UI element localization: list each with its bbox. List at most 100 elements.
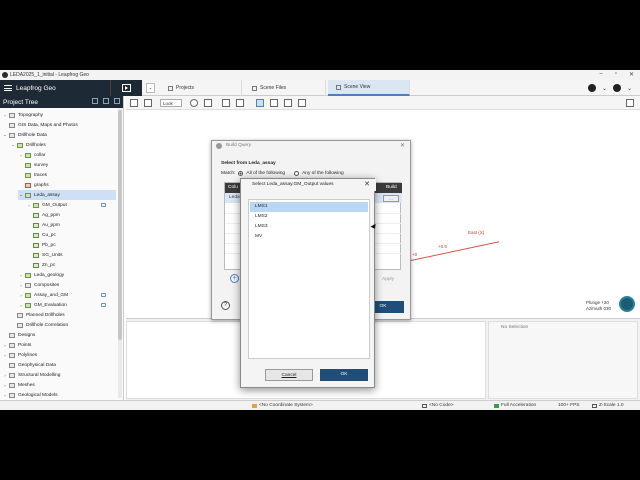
acceleration-status: Full Acceleration: [494, 403, 536, 408]
tree-item[interactable]: GIS Data, Maps and Photos: [2, 120, 116, 130]
select-pointer-icon[interactable]: [256, 99, 264, 107]
look-dropdown[interactable]: Look: [160, 99, 182, 107]
scrollbar-thumb[interactable]: [118, 110, 122, 340]
close-icon[interactable]: ✕: [400, 142, 405, 149]
minimize-icon[interactable]: –: [599, 71, 602, 78]
tree-item[interactable]: › Polylines: [2, 350, 116, 360]
tree-item[interactable]: › Meshes: [2, 380, 116, 390]
chevron-down-icon[interactable]: ⌄: [602, 85, 607, 92]
chevron-right-icon[interactable]: ›: [2, 113, 8, 118]
project-tree-scrollbar[interactable]: [118, 108, 122, 398]
match-all-radio[interactable]: [238, 171, 244, 176]
add-row-icon[interactable]: +: [230, 274, 239, 283]
tree-item[interactable]: Planned Drillholes: [10, 310, 116, 320]
chevron-down-icon[interactable]: ⌄: [18, 192, 24, 198]
camera-icon[interactable]: [626, 99, 634, 107]
tree-item[interactable]: ⌄ Drillhole Data: [2, 130, 116, 140]
tree-item[interactable]: Ag_ppm: [26, 210, 106, 220]
chevron-right-icon[interactable]: ›: [18, 283, 24, 288]
close-icon[interactable]: ✕: [364, 180, 370, 188]
ok-button[interactable]: OK: [320, 369, 368, 381]
scene-files-icon: [252, 85, 257, 91]
cancel-button[interactable]: Cancel: [265, 369, 313, 381]
chevron-right-icon[interactable]: ›: [18, 273, 24, 278]
value-item-selected[interactable]: LMS1: [250, 202, 368, 212]
close-icon[interactable]: ✕: [629, 71, 634, 78]
z-scale-status[interactable]: Z-Scale 1.0: [592, 403, 624, 408]
chevron-right-icon[interactable]: ›: [2, 383, 8, 388]
tab-dropdown[interactable]: ⌄: [146, 83, 155, 93]
match-label: Match:: [221, 171, 236, 176]
chevron-right-icon[interactable]: ›: [2, 343, 8, 348]
tree-item[interactable]: › Geological Models: [2, 390, 116, 400]
account-icon[interactable]: [612, 84, 621, 92]
polyline-icon[interactable]: [284, 99, 292, 107]
tree-item[interactable]: Drillhole Correlation: [10, 320, 116, 330]
brand-menu[interactable]: Leapfrog Geo: [0, 80, 110, 96]
chevron-down-icon[interactable]: ⌄: [627, 85, 632, 92]
chevron-right-icon[interactable]: ›: [26, 203, 32, 208]
chevron-right-icon[interactable]: ›: [18, 153, 24, 158]
run-scene-button[interactable]: [110, 80, 142, 96]
values-list[interactable]: LMS1 LMS2 LMS3 MV: [248, 199, 378, 359]
value-item[interactable]: LMS3: [250, 222, 368, 232]
chevron-right-icon[interactable]: ›: [2, 353, 8, 358]
rotate-icon[interactable]: [222, 99, 230, 107]
tree-item[interactable]: Au_ppm: [26, 220, 106, 230]
search-icon[interactable]: [114, 98, 120, 104]
value-item[interactable]: MV: [250, 232, 368, 242]
chevron-right-icon[interactable]: ›: [18, 293, 24, 298]
expand-icon[interactable]: [103, 98, 109, 104]
eraser-icon[interactable]: [298, 99, 306, 107]
tree-item[interactable]: Cu_pc: [26, 230, 106, 240]
apply-button[interactable]: Apply: [382, 277, 394, 282]
code-status[interactable]: <No Code>: [422, 403, 454, 408]
tree-item[interactable]: traces: [18, 170, 116, 180]
chevron-down-icon[interactable]: ⌄: [2, 132, 8, 138]
chevron-right-icon[interactable]: ›: [2, 393, 8, 398]
tree-item[interactable]: › Points: [2, 340, 116, 350]
tab-projects[interactable]: Projects: [160, 80, 242, 96]
tree-item[interactable]: Pb_pc: [26, 240, 106, 250]
ruler-icon[interactable]: [270, 99, 278, 107]
save-scene-icon[interactable]: [144, 99, 152, 107]
tree-item[interactable]: › GM_Evaluation: [18, 300, 106, 310]
chevron-right-icon[interactable]: ›: [2, 373, 8, 378]
match-any-radio[interactable]: [294, 171, 300, 176]
tree-item-selected[interactable]: ⌄ Leda_assay: [18, 190, 116, 200]
collapse-icon[interactable]: [92, 98, 98, 104]
screenshot-icon[interactable]: [130, 99, 138, 107]
tree-item[interactable]: Geophysical Data: [2, 360, 116, 370]
slicer-icon[interactable]: [236, 99, 244, 107]
tree-item[interactable]: › Structural Modelling: [2, 370, 116, 380]
tree-item[interactable]: › Topography: [2, 110, 116, 120]
graphs-icon: [25, 182, 31, 188]
chevron-down-icon[interactable]: ⌄: [10, 142, 16, 148]
tree-item[interactable]: › Assay_and_GM: [18, 290, 106, 300]
orbit-icon[interactable]: [190, 99, 198, 107]
tree-item[interactable]: graphs: [18, 180, 116, 190]
hamburger-menu-icon[interactable]: [4, 85, 12, 91]
help-icon[interactable]: ?: [221, 301, 230, 310]
tab-scene-files[interactable]: Scene Files: [244, 80, 326, 96]
table-icon: [25, 302, 31, 308]
value-item[interactable]: LMS2: [250, 212, 368, 222]
pen-icon[interactable]: [204, 99, 212, 107]
tree-item[interactable]: SG_Units: [26, 250, 106, 260]
tree-item[interactable]: › collar: [18, 150, 116, 160]
coordinate-system-status[interactable]: <No Coordinate System>: [252, 403, 313, 408]
tree-item[interactable]: › GM_Output: [26, 200, 106, 210]
seequent-icon[interactable]: [587, 84, 596, 92]
build-values-button[interactable]: …: [383, 195, 399, 202]
tab-scene-view[interactable]: Scene View: [328, 80, 410, 96]
folder-icon: [9, 372, 15, 378]
maximize-icon[interactable]: ▫: [615, 71, 617, 78]
chevron-right-icon[interactable]: ›: [18, 303, 24, 308]
tree-item[interactable]: Designs: [2, 330, 116, 340]
tree-item[interactable]: ⌄ Drillholes: [10, 140, 116, 150]
globe-icon[interactable]: [619, 296, 635, 312]
tree-item[interactable]: › Composites: [18, 280, 116, 290]
tree-item[interactable]: Zn_pc: [26, 260, 106, 270]
tree-item[interactable]: survey: [18, 160, 116, 170]
tree-item[interactable]: › Leda_geology: [18, 270, 116, 280]
